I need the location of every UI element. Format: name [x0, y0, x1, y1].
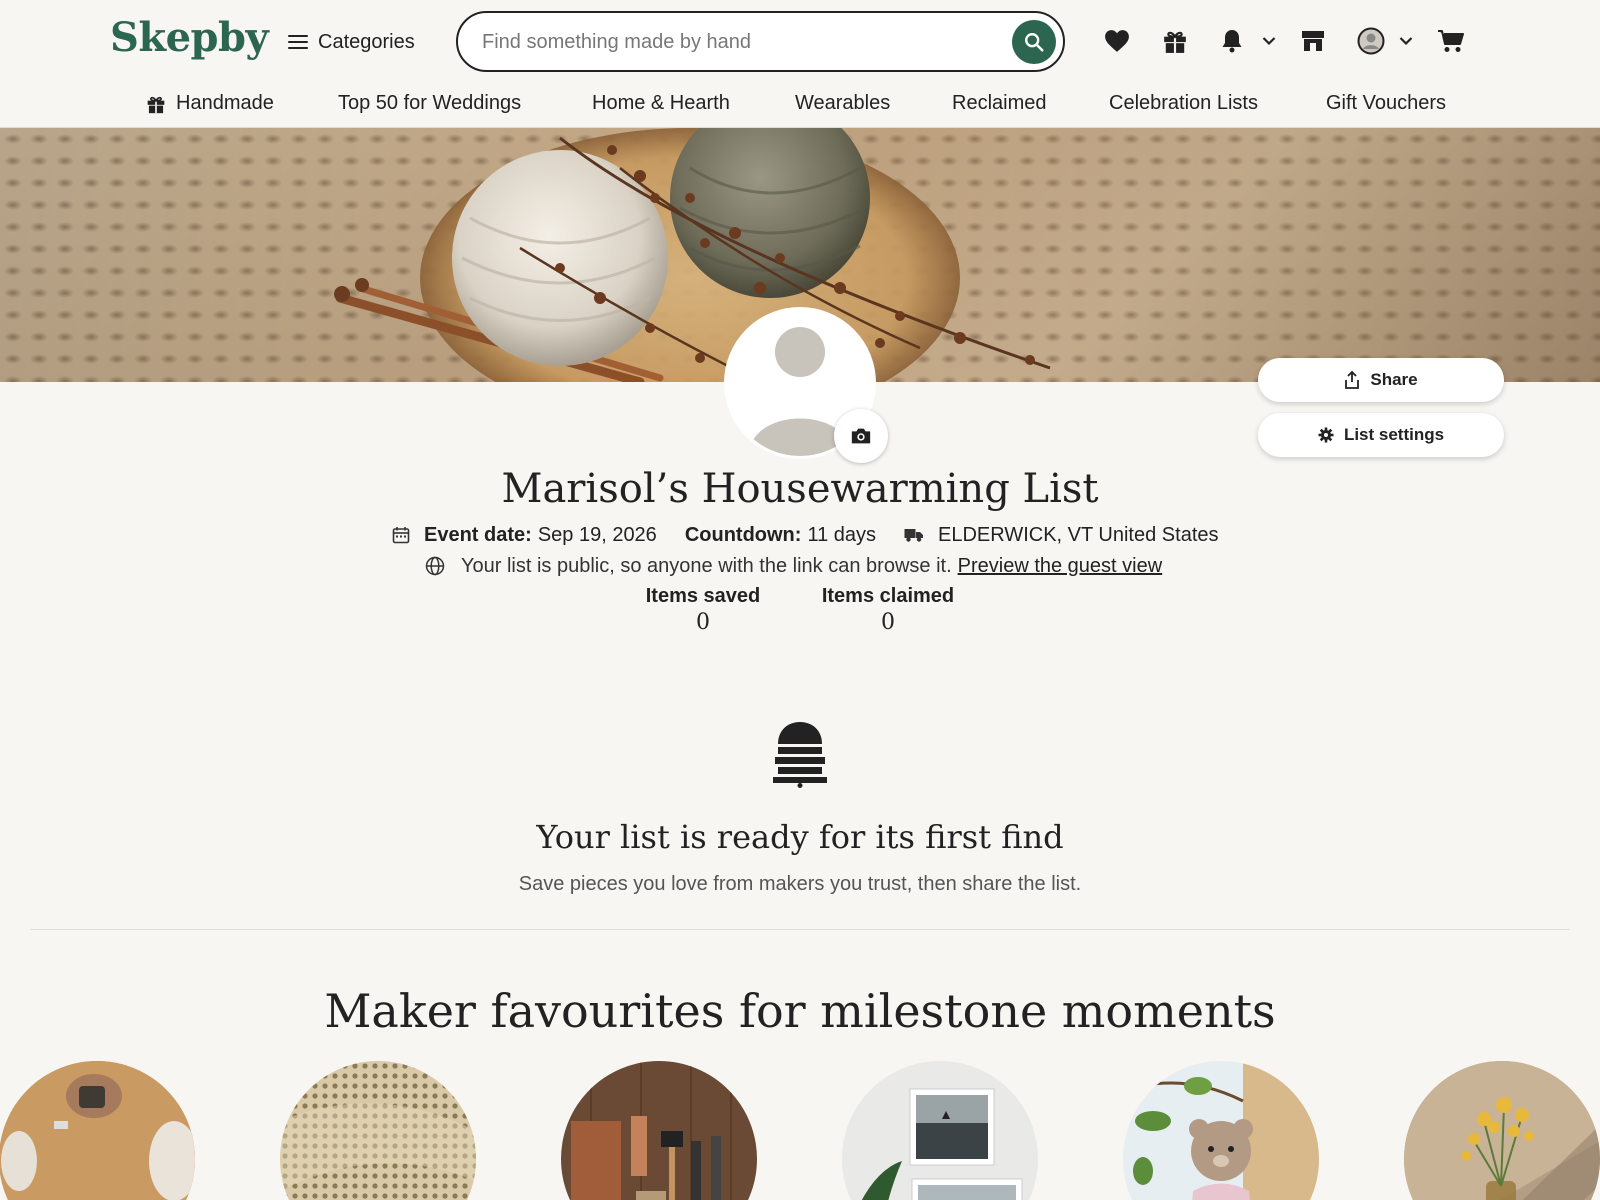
camera-icon	[851, 428, 871, 444]
nav-item-celebration-lists[interactable]: Celebration Lists	[1109, 92, 1258, 115]
crochet-toy-photo	[1123, 1061, 1319, 1200]
floral-photo	[1404, 1061, 1600, 1200]
countdown-label: Countdown:	[684, 523, 802, 546]
list-settings-label: List settings	[1343, 425, 1445, 444]
calendar-icon	[392, 527, 410, 544]
list-meta: Event date: Sep 19, 2026 Countdown: 11 d…	[392, 522, 1219, 548]
shop-button[interactable]	[1300, 24, 1326, 58]
empty-state-subtitle: Save pieces you love from makers you tru…	[518, 873, 1082, 895]
stacked-bell-icon	[773, 722, 827, 788]
bell-icon	[1222, 30, 1242, 53]
crafting-photo	[0, 1061, 195, 1200]
visibility-text: Your list is public, so anyone with the …	[461, 554, 952, 577]
items-claimed-label: Items claimed	[821, 585, 955, 607]
cart-icon	[1438, 30, 1464, 52]
preview-guest-view-link[interactable]: Preview the guest view	[958, 555, 1163, 578]
category-image-crochet-toys[interactable]	[1123, 1061, 1319, 1200]
heart-icon	[1105, 30, 1129, 52]
category-nav: Handmade Top 50 for Weddings Home & Hear…	[0, 84, 1600, 128]
favorites-button[interactable]	[1104, 24, 1130, 58]
nav-item-reclaimed[interactable]: Reclaimed	[952, 92, 1046, 115]
nav-item-handmade[interactable]: Handmade	[146, 92, 274, 115]
nav-item-wearables[interactable]: Wearables	[795, 92, 890, 115]
notifications-button[interactable]	[1220, 24, 1276, 58]
nav-item-home-hearth[interactable]: Home & Hearth	[592, 92, 730, 115]
event-date-label: Event date:	[424, 523, 532, 546]
chevron-down-icon	[1262, 37, 1276, 46]
section-divider	[30, 929, 1570, 930]
gift-icon	[1164, 31, 1186, 53]
category-image-crafting[interactable]	[0, 1061, 195, 1200]
items-saved-stat: Items saved 0	[640, 585, 766, 635]
top-header: Skepby Categories	[0, 0, 1600, 82]
wall-art-photo	[842, 1061, 1038, 1200]
items-saved-label: Items saved	[645, 585, 761, 607]
search-bar	[456, 11, 1065, 72]
avatar-icon	[1357, 27, 1385, 55]
shop-icon	[1302, 31, 1324, 51]
list-title: Marisol’s Housewarming List	[501, 466, 1099, 512]
nav-item-label: Handmade	[176, 92, 274, 114]
account-button[interactable]	[1357, 24, 1413, 58]
event-date-value: Sep 19, 2026	[537, 523, 657, 546]
list-settings-button[interactable]: List settings	[1258, 413, 1504, 457]
change-photo-button[interactable]	[834, 409, 888, 463]
items-saved-value: 0	[696, 610, 710, 635]
section-title: Maker favourites for milestone moments	[324, 984, 1276, 1038]
delivery-truck-icon	[904, 529, 924, 542]
category-image-floral[interactable]	[1404, 1061, 1600, 1200]
location-value: ELDERWICK, VT United States	[938, 523, 1219, 546]
nav-item-top-50-weddings[interactable]: Top 50 for Weddings	[338, 92, 521, 115]
search-button[interactable]	[1012, 20, 1056, 64]
category-image-leatherwork[interactable]	[561, 1061, 757, 1200]
empty-state-title: Your list is ready for its first find	[536, 818, 1064, 856]
category-image-wall-art[interactable]	[842, 1061, 1038, 1200]
share-button[interactable]: Share	[1258, 358, 1504, 402]
share-label: Share	[1370, 370, 1418, 389]
lace-photo	[280, 1061, 476, 1200]
categories-label: Categories	[318, 30, 415, 53]
cart-button[interactable]	[1437, 24, 1465, 58]
menu-icon	[288, 34, 308, 50]
leatherwork-photo	[561, 1061, 757, 1200]
items-claimed-value: 0	[881, 610, 895, 635]
site-logo[interactable]: Skepby	[110, 14, 269, 61]
categories-button[interactable]: Categories	[288, 28, 415, 56]
items-claimed-stat: Items claimed 0	[818, 585, 958, 635]
globe-icon	[425, 556, 445, 576]
share-icon	[1345, 371, 1360, 389]
nav-item-gift-vouchers[interactable]: Gift Vouchers	[1326, 92, 1446, 115]
gift-icon	[147, 96, 165, 113]
category-image-lace[interactable]	[280, 1061, 476, 1200]
countdown-value: 11 days	[807, 523, 877, 546]
search-icon	[1025, 33, 1044, 52]
gift-button[interactable]	[1162, 24, 1188, 58]
visibility-notice: Your list is public, so anyone with the …	[425, 553, 1162, 579]
gear-icon	[1318, 427, 1334, 443]
chevron-down-icon	[1399, 37, 1413, 46]
search-input[interactable]	[482, 25, 982, 59]
